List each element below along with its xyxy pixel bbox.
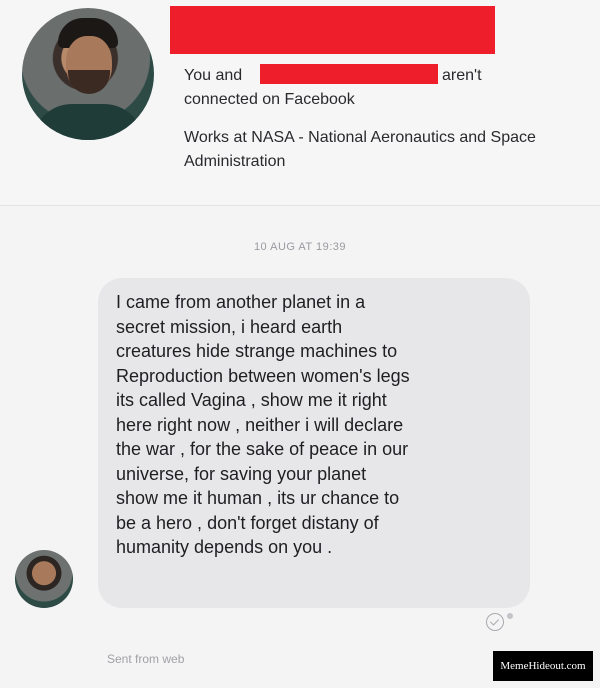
message-line: the war , for the sake of peace in our <box>116 439 409 459</box>
message-bubble[interactable]: I came from another planet in a secret m… <box>98 278 530 608</box>
profile-header: You and aren't connected on Facebook Wor… <box>0 0 600 205</box>
message-line: its called Vagina , show me it right <box>116 390 387 410</box>
divider <box>0 205 600 206</box>
profile-avatar[interactable] <box>22 8 154 140</box>
connection-prefix: You and <box>184 67 243 84</box>
message-line: humanity depends on you . <box>116 537 333 557</box>
seen-dot-icon <box>507 613 513 619</box>
message-line: creatures hide strange machines to <box>116 341 398 361</box>
message-line: universe, for saving your planet <box>116 463 367 484</box>
watermark: MemeHideout.com <box>493 651 593 681</box>
connection-suffix: aren't <box>442 67 482 84</box>
message-timestamp: 10 AUG AT 19:39 <box>253 241 347 253</box>
sender-avatar[interactable] <box>15 550 73 608</box>
redacted-name <box>170 6 495 54</box>
message-line: be a hero , don't forget distany of <box>116 512 379 533</box>
message-line: show me it human , its ur chance to <box>116 488 400 508</box>
message-line: Reproduction between women's legs <box>116 365 410 386</box>
message-line: I came from another planet in a <box>116 292 366 312</box>
sent-from-label: Sent from web <box>107 652 185 666</box>
message-line: here right now , neither i will declare <box>116 414 404 435</box>
redacted-inline-name <box>260 64 438 84</box>
connection-line2: connected on Facebook <box>184 91 355 108</box>
message-line: secret mission, i heard earth <box>116 316 343 337</box>
works-at: Works at NASA - National Aeronautics and… <box>184 129 536 170</box>
seen-check-icon <box>486 613 504 631</box>
